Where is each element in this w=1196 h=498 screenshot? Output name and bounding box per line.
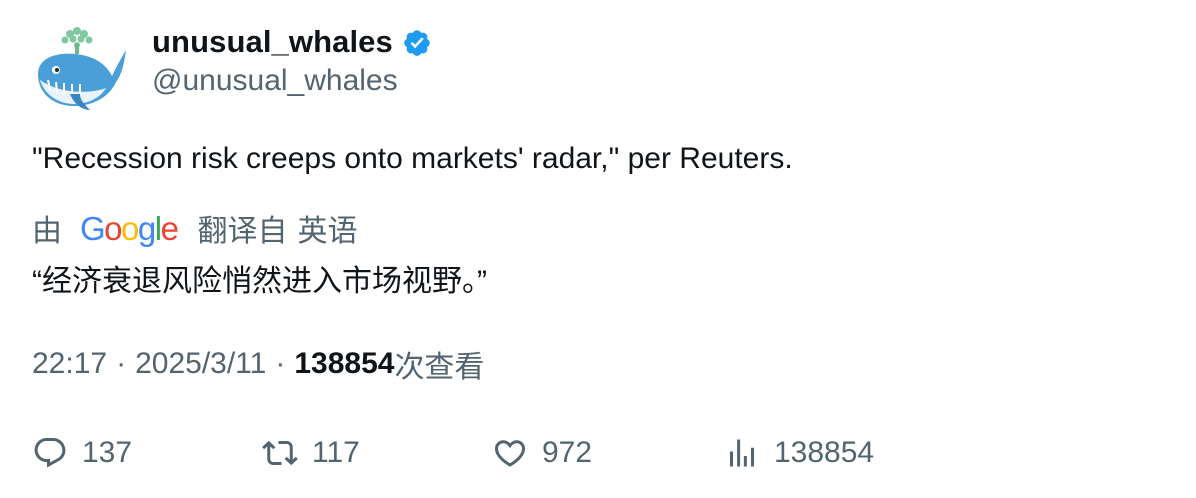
meta-separator: · — [275, 347, 286, 380]
tweet-time[interactable]: 22:17 — [32, 347, 107, 381]
whale-avatar-icon — [38, 27, 126, 110]
views-label: 次查看 — [394, 351, 485, 384]
retweet-count: 117 — [312, 436, 360, 469]
retweet-button[interactable]: 117 — [262, 430, 360, 476]
views-action-count: 138854 — [774, 436, 875, 469]
avatar[interactable] — [30, 24, 128, 114]
verified-badge-icon — [404, 30, 430, 56]
tweet-date[interactable]: 2025/3/11 — [135, 347, 266, 381]
action-bar: 137 117 972 138854 — [0, 430, 1196, 476]
analytics-icon — [730, 439, 754, 467]
like-button[interactable]: 972 — [492, 430, 592, 476]
author-name-row: unusual_whales — [152, 22, 432, 62]
heart-icon — [494, 440, 526, 467]
tweet-meta: 22:17 · 2025/3/11 · 138854 次查看 — [32, 344, 484, 384]
translation-attribution: 由 Google 翻译自 英语 — [32, 208, 358, 249]
retweet-icon — [262, 440, 298, 466]
meta-separator: · — [116, 347, 127, 380]
reply-icon — [34, 438, 66, 468]
translated-text: “经济衰退风险悄然进入市场视野。” — [32, 265, 487, 298]
source-language: 英语 — [297, 215, 358, 248]
like-count: 972 — [542, 436, 593, 469]
author-display-name[interactable]: unusual_whales — [152, 24, 393, 60]
views-count: 138854 — [294, 347, 395, 380]
translated-from-label: 翻译自 — [197, 215, 288, 248]
translation-by-label: 由 — [32, 215, 62, 248]
reply-button[interactable]: 137 — [32, 430, 132, 476]
views-button[interactable]: 138854 — [724, 430, 874, 476]
reply-count: 137 — [82, 436, 133, 469]
tweet-text: "Recession risk creeps onto markets' rad… — [32, 142, 793, 175]
author-handle[interactable]: @unusual_whales — [152, 64, 398, 98]
google-logo: Google — [80, 209, 179, 247]
